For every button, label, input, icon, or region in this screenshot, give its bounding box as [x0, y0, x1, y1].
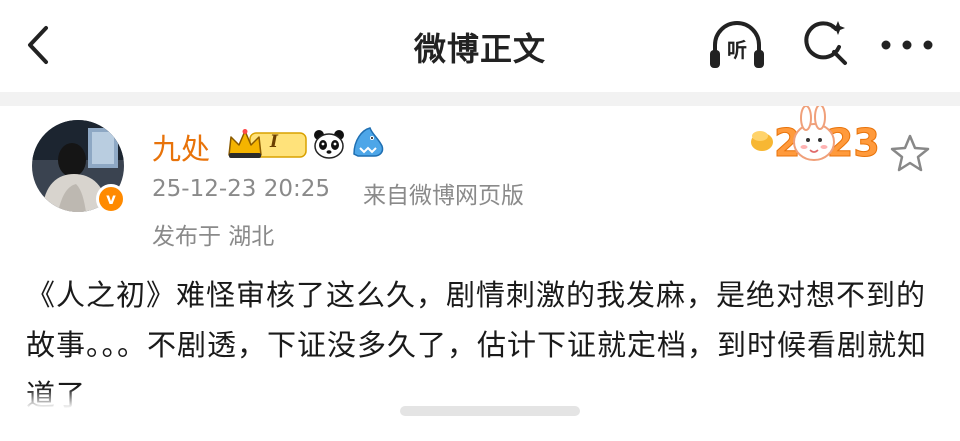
post-location: 发布于 湖北: [152, 224, 275, 250]
favorite-button[interactable]: [888, 132, 932, 174]
post-timestamp: 25-12-23 20:25: [152, 176, 330, 202]
rabbit-2023-icon: 2023: [751, 104, 880, 166]
verified-badge: v: [96, 184, 126, 214]
star-outline-icon: [890, 134, 930, 172]
member-level-badge[interactable]: I: [226, 128, 308, 160]
shark-badge[interactable]: [350, 126, 386, 160]
loading-placeholder-bar: [400, 406, 580, 416]
member-level-text: I: [270, 132, 278, 152]
listen-button[interactable]: 听: [706, 16, 768, 74]
more-options-button[interactable]: [878, 30, 936, 60]
section-divider: [0, 92, 960, 106]
search-refresh-icon: [804, 21, 847, 65]
shark-icon: [353, 127, 384, 157]
top-navigation-bar: 微博正文 听: [0, 0, 960, 92]
year-2023-decoration: 2023: [748, 104, 896, 172]
panda-badge[interactable]: [312, 128, 346, 160]
search-button[interactable]: [798, 16, 852, 70]
post-source[interactable]: 来自微博网页版: [363, 176, 524, 210]
author-name[interactable]: 九处: [152, 126, 210, 168]
panda-icon: [314, 130, 344, 159]
crown-icon: [228, 129, 307, 158]
more-dots-icon: [881, 40, 933, 50]
listen-label: 听: [727, 38, 747, 62]
